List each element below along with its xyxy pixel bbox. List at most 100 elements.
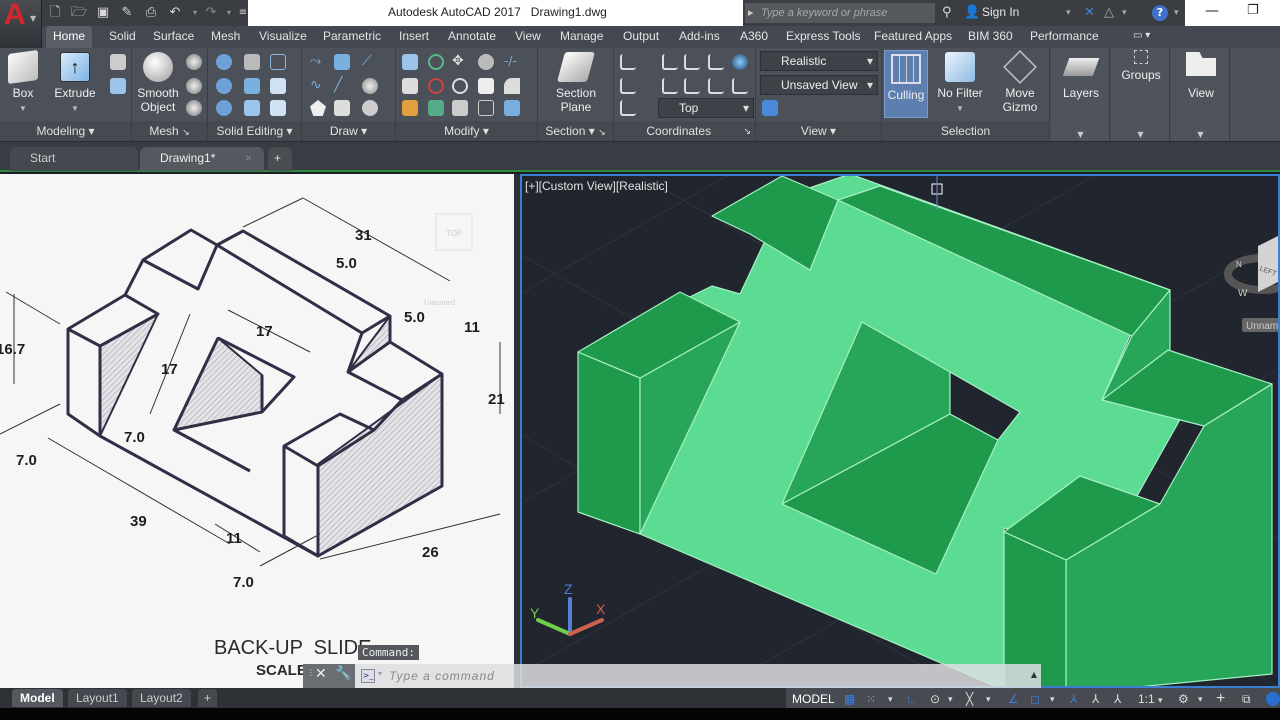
annotation-scale-icon[interactable]: ⅄ [1114, 690, 1121, 708]
layers-button[interactable]: Layers [1060, 52, 1102, 100]
object-snap-dropdown-icon[interactable]: ▾ [1050, 690, 1055, 708]
panel-title-modeling[interactable]: Modeling ▾ [0, 121, 131, 141]
tab-layout2[interactable]: Layout2 [132, 689, 191, 707]
minimize-button[interactable]: — [1205, 3, 1219, 19]
undo-icon[interactable]: ↶ [166, 4, 184, 22]
restore-button[interactable]: ❐ [1247, 3, 1259, 18]
tab-output[interactable]: Output [616, 26, 666, 48]
annotation-monitor-icon[interactable]: + [1216, 690, 1225, 708]
rectangle-icon[interactable] [334, 100, 350, 116]
tab-manage[interactable]: Manage [553, 26, 610, 48]
tab-express-tools[interactable]: Express Tools [779, 26, 867, 48]
workspace-dropdown-icon[interactable]: ▾ [1198, 690, 1203, 708]
tab-view[interactable]: View [508, 26, 548, 48]
redo-icon[interactable]: ↷ [202, 4, 220, 22]
ucs-view-icon[interactable] [620, 100, 636, 116]
3d-rotate-icon[interactable] [428, 78, 444, 94]
union-icon[interactable] [216, 54, 232, 70]
panel-title-draw[interactable]: Draw ▾ [302, 121, 395, 141]
ucs-x-icon[interactable] [620, 78, 636, 94]
ellipse-icon[interactable] [362, 100, 378, 116]
uncrease-icon[interactable] [186, 100, 202, 116]
sign-in-button[interactable]: Sign In [982, 5, 1019, 19]
3d-align-icon[interactable] [428, 100, 444, 116]
save-icon[interactable]: ▣ [94, 4, 112, 22]
panel-title-solid-editing[interactable]: Solid Editing ▾ [208, 121, 301, 141]
help-icon[interactable]: ? [1152, 5, 1168, 21]
annotation-scale-select[interactable]: 1:1 ▾ [1138, 690, 1163, 708]
command-input[interactable]: Type a command [355, 664, 1041, 688]
open-icon[interactable]: 🗁 [70, 4, 88, 22]
3d-move-icon[interactable] [428, 54, 444, 70]
tab-visualize[interactable]: Visualize [252, 26, 314, 48]
section-plane-button[interactable]: Section Plane [548, 52, 604, 114]
viewcube-left-face[interactable] [1258, 234, 1280, 292]
close-tab-icon[interactable]: × [245, 147, 252, 169]
isolate-objects-icon[interactable]: ⧉ [1242, 690, 1251, 708]
ucs-z-icon[interactable] [708, 78, 724, 94]
tab-performance[interactable]: Performance [1023, 26, 1106, 48]
sign-in-dropdown-icon[interactable]: ▾ [1066, 4, 1071, 22]
tab-a360[interactable]: A360 [733, 26, 775, 48]
no-filter-button[interactable]: No Filter ▼ [934, 52, 986, 116]
new-tab-button[interactable]: + [268, 147, 292, 171]
circle-icon[interactable] [362, 78, 378, 94]
smooth-object-button[interactable]: Smooth Object [136, 52, 180, 114]
grid-icon[interactable]: ▦ [844, 690, 855, 708]
new-icon[interactable]: 🗋 [46, 4, 64, 22]
3d-polyline-icon[interactable]: ⟋ [362, 54, 378, 70]
panel-title-modify[interactable]: Modify ▾ [396, 121, 537, 141]
intersect-icon[interactable] [216, 100, 232, 116]
command-customize-icon[interactable]: 🔧 [335, 666, 351, 681]
tab-layout1[interactable]: Layout1 [68, 689, 127, 707]
offset-icon[interactable] [478, 100, 494, 116]
ucs-object-icon[interactable] [708, 54, 724, 70]
panel-groups[interactable]: Groups ▼ [1112, 48, 1170, 141]
hardware-acceleration-icon[interactable] [1266, 692, 1280, 706]
snap-icon[interactable]: ⁙ [866, 690, 876, 708]
presspull-icon[interactable] [110, 78, 126, 94]
culling-button[interactable]: Culling [884, 50, 928, 118]
ribbon-minimize-icon[interactable]: ▭ ▾ [1126, 26, 1157, 48]
groups-button[interactable]: Groups [1118, 50, 1164, 82]
extrude-faces-icon[interactable] [270, 78, 286, 94]
ucs-world-icon[interactable] [684, 54, 700, 70]
helix-icon[interactable] [334, 54, 350, 70]
subtract-icon[interactable] [216, 78, 232, 94]
new-layout-button[interactable]: + [198, 689, 218, 707]
model-space-button[interactable]: MODEL [792, 690, 835, 708]
command-close-icon[interactable]: ✕ [315, 666, 327, 682]
view-button[interactable]: View [1180, 52, 1222, 100]
save-as-icon[interactable]: ✎ [118, 4, 136, 22]
move-copy-icon[interactable] [402, 54, 418, 70]
snap-dropdown-icon[interactable]: ▾ [888, 690, 893, 708]
crease-icon[interactable] [186, 78, 202, 94]
workspace-gear-icon[interactable]: ⚙ [1178, 690, 1189, 708]
slice-icon[interactable] [244, 78, 260, 94]
ucs-named-icon[interactable] [662, 54, 678, 70]
isodraft-icon[interactable]: ╳ [966, 690, 973, 708]
trim-icon[interactable]: -/- [504, 54, 520, 70]
groups-expand-icon[interactable]: ▼ [1112, 130, 1169, 139]
rotate-icon[interactable] [452, 78, 468, 94]
tab-home[interactable]: Home [46, 26, 93, 48]
panel-title-view[interactable]: View ▾ [756, 121, 881, 141]
panel-title-coordinates[interactable]: Coordinates ↘ [614, 121, 755, 141]
panel-layers[interactable]: Layers ▼ [1052, 48, 1110, 141]
tab-parametric[interactable]: Parametric [316, 26, 388, 48]
tab-mesh[interactable]: Mesh [204, 26, 247, 48]
search-input[interactable]: Type a keyword or phrase [745, 3, 935, 23]
help-dropdown-icon[interactable]: ▾ [1174, 4, 1179, 22]
fillet-icon[interactable] [402, 78, 418, 94]
copy-icon[interactable] [478, 54, 494, 70]
tab-solid[interactable]: Solid [102, 26, 143, 48]
tab-drawing1[interactable]: Drawing1* × [140, 147, 264, 171]
binoculars-icon[interactable]: ⚲ [942, 4, 952, 22]
ucs-3point-icon[interactable] [684, 78, 700, 94]
viewport-config-icon[interactable] [762, 100, 778, 116]
command-history-toggle-icon[interactable]: ▲ [1031, 670, 1037, 679]
object-snap-tracking-icon[interactable]: ∠ [1008, 690, 1019, 708]
isodraft-dropdown-icon[interactable]: ▾ [986, 690, 991, 708]
ucs-select[interactable]: Top [658, 98, 754, 118]
viewport-controls-label[interactable]: [+][Custom View][Realistic] [525, 179, 668, 193]
